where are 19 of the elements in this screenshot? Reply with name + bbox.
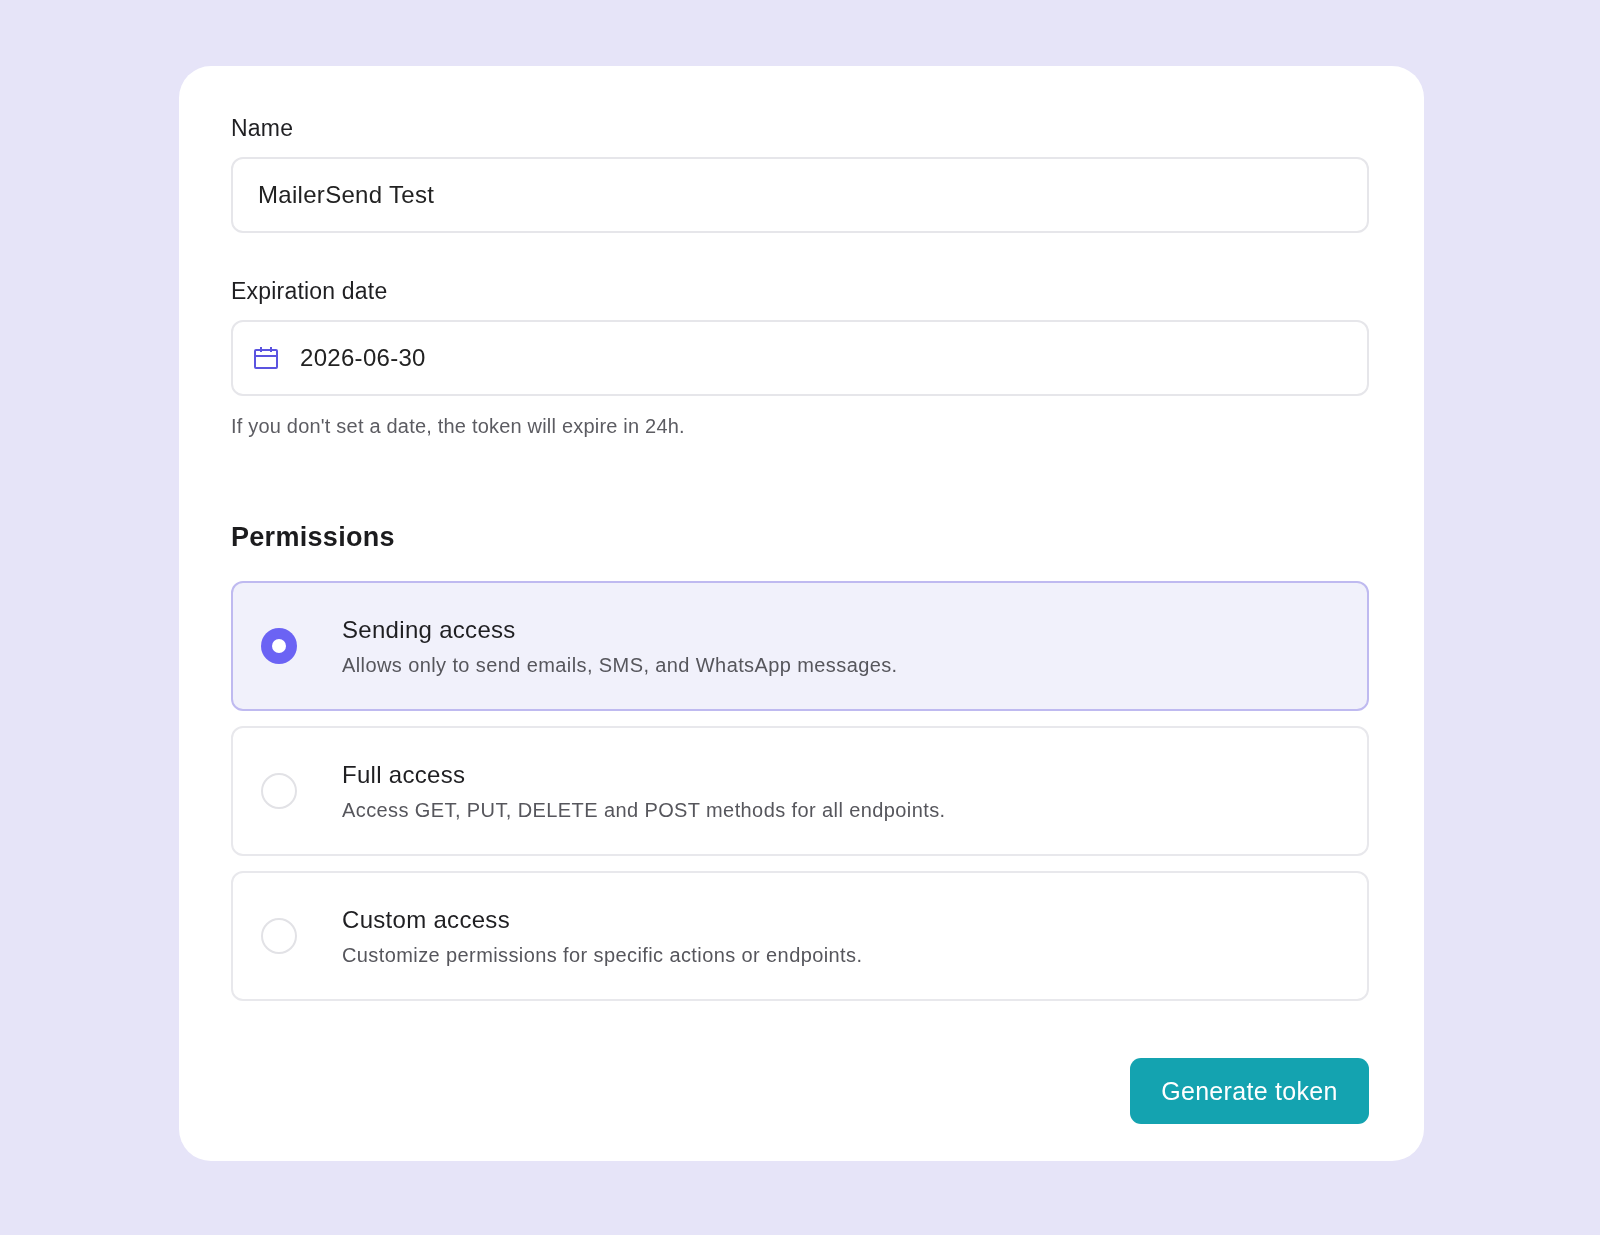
- permission-option[interactable]: Custom access Customize permissions for specific actions or endpoints.: [231, 871, 1369, 1001]
- radio-button[interactable]: [261, 628, 297, 664]
- date-input[interactable]: 2026-06-30: [231, 320, 1369, 396]
- option-title: Full access: [342, 759, 467, 790]
- option-description: Allows only to send emails, SMS, and WhatsApp messages.: [342, 652, 898, 678]
- option-title: Custom access: [342, 904, 511, 935]
- field-label: Expiration date: [231, 277, 389, 306]
- name-input[interactable]: MailerSend Test: [231, 157, 1369, 233]
- permission-option[interactable]: Sending access Allows only to send emails, SMS, and WhatsApp messages.: [231, 581, 1369, 711]
- hint-text: If you don't set a date, the token will expire in 24h.: [231, 414, 686, 439]
- section-heading: Permissions: [231, 521, 396, 554]
- option-description: Access GET, PUT, DELETE and POST methods for all endpoints.: [342, 797, 946, 823]
- radio-button[interactable]: [261, 773, 297, 809]
- option-description: Customize permissions for specific actions or endpoints.: [342, 942, 863, 968]
- option-title: Sending access: [342, 614, 517, 645]
- permission-option[interactable]: Full access Access GET, PUT, DELETE and POST methods for all endpoints.: [231, 726, 1369, 856]
- radio-button[interactable]: [261, 918, 297, 954]
- calendar-icon: [254, 347, 278, 369]
- field-label: Name: [231, 114, 295, 143]
